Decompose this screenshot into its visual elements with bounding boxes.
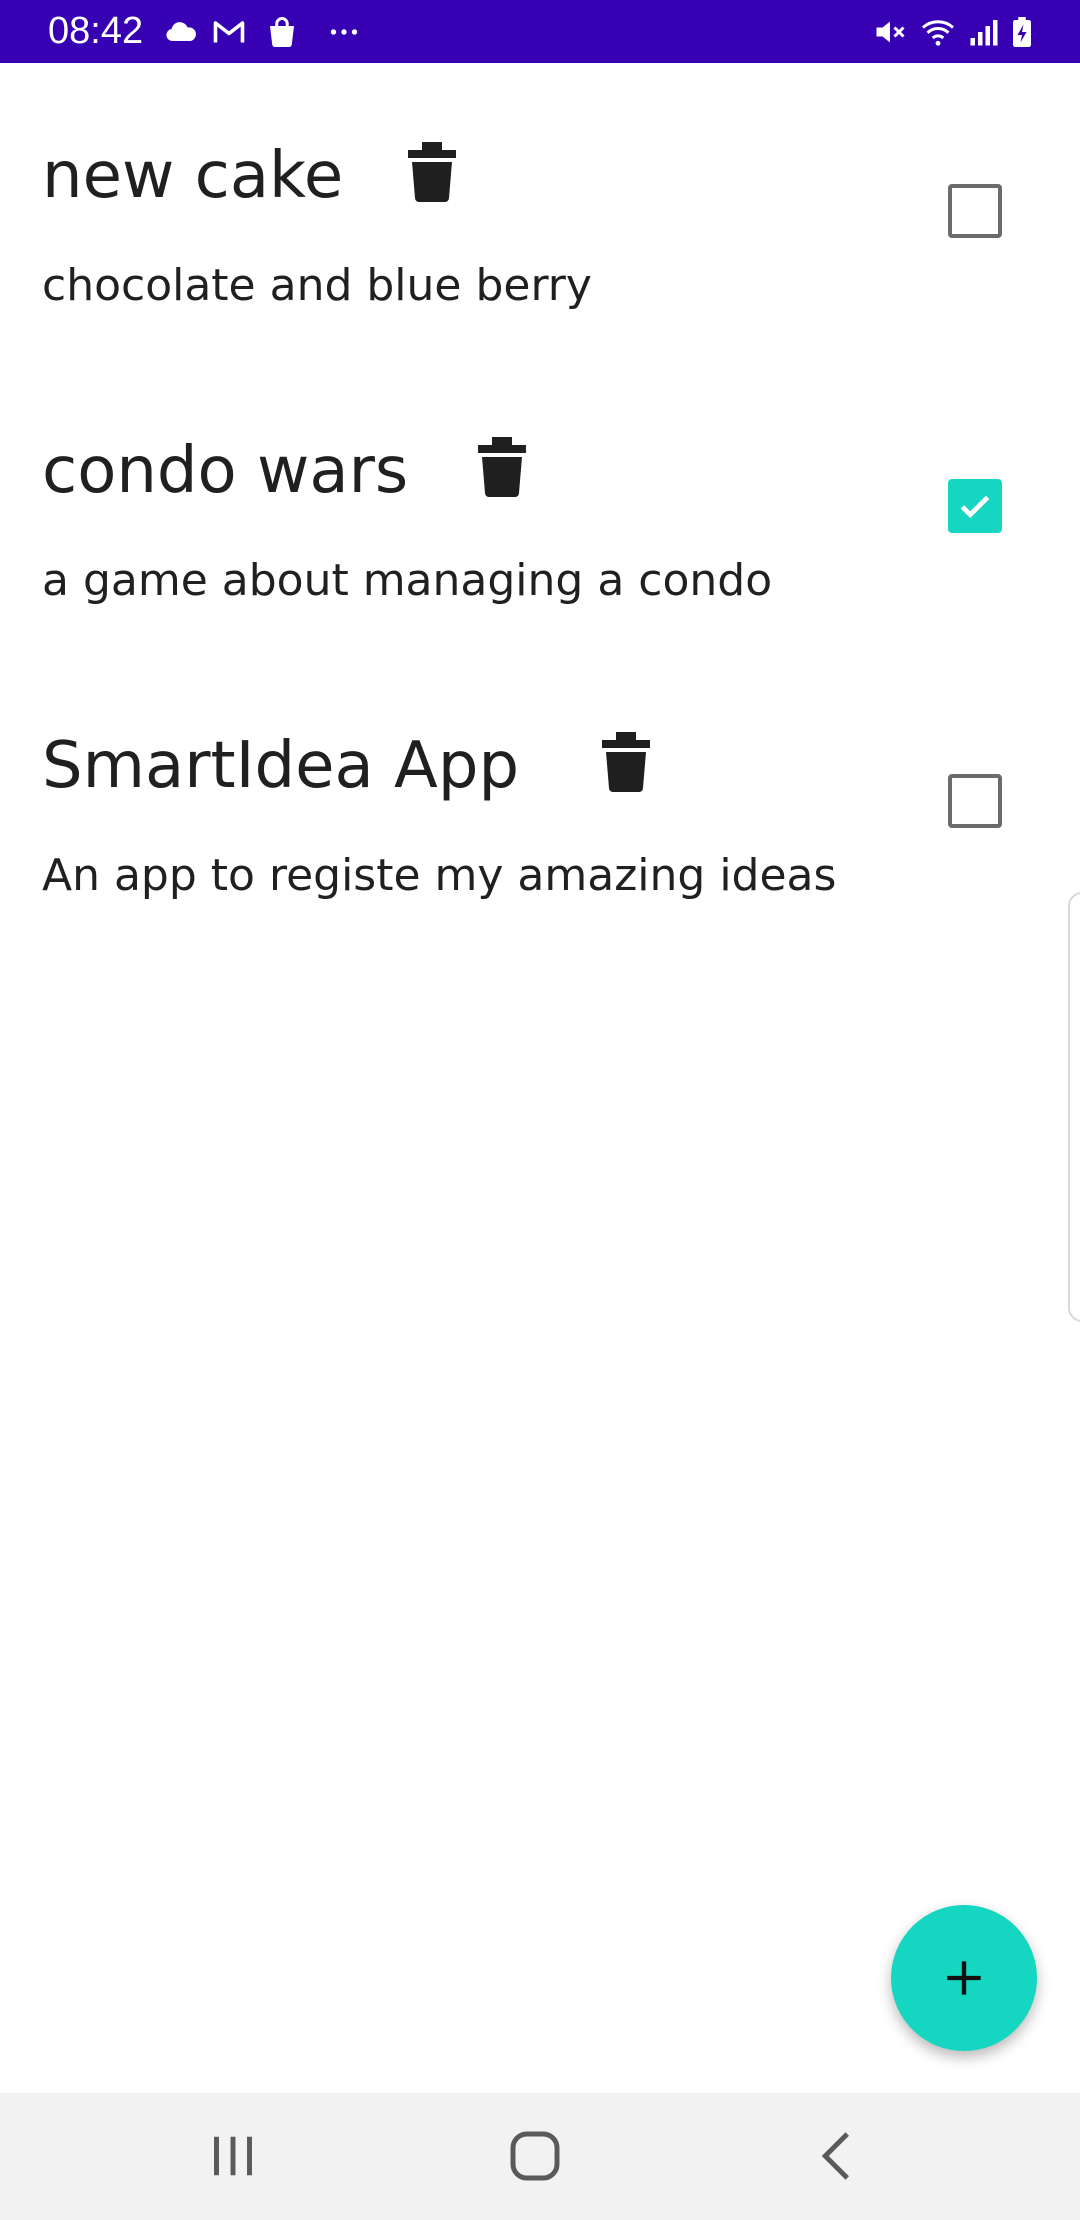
done-checkbox[interactable] bbox=[948, 184, 1002, 238]
delete-icon[interactable] bbox=[408, 142, 456, 202]
navigation-bar bbox=[0, 2093, 1080, 2220]
idea-description: An app to registe my amazing ideas bbox=[42, 850, 837, 901]
done-checkbox[interactable] bbox=[948, 479, 1002, 533]
plus-icon bbox=[947, 1961, 981, 1995]
idea-item: condo wars a game about managing a condo bbox=[0, 415, 1080, 710]
idea-item: new cake chocolate and blue berry bbox=[0, 120, 1080, 415]
shopping-bag-icon bbox=[264, 14, 300, 50]
battery-charging-icon bbox=[1004, 14, 1040, 50]
idea-description: chocolate and blue berry bbox=[42, 260, 592, 311]
done-checkbox[interactable] bbox=[948, 774, 1002, 828]
more-dots-icon bbox=[326, 14, 362, 50]
idea-item: SmartIdea App An app to registe my amazi… bbox=[0, 710, 1080, 1005]
idea-title: SmartIdea App bbox=[42, 729, 520, 803]
mute-icon bbox=[872, 14, 908, 50]
add-idea-button[interactable] bbox=[891, 1905, 1037, 2051]
idea-description: a game about managing a condo bbox=[42, 555, 773, 606]
edge-panel-handle[interactable] bbox=[1068, 892, 1080, 1322]
home-icon[interactable] bbox=[502, 2123, 568, 2189]
cloud-icon bbox=[162, 14, 198, 50]
checkmark-icon bbox=[960, 495, 990, 519]
signal-icon bbox=[966, 14, 1002, 50]
idea-title: new cake bbox=[42, 139, 344, 213]
wifi-icon bbox=[920, 14, 956, 50]
delete-icon[interactable] bbox=[602, 732, 650, 792]
status-bar: 08:42 bbox=[0, 0, 1080, 63]
idea-title: condo wars bbox=[42, 434, 409, 508]
gmail-icon bbox=[211, 14, 247, 50]
status-time: 08:42 bbox=[48, 10, 144, 52]
back-icon[interactable] bbox=[806, 2123, 872, 2189]
recent-apps-icon[interactable] bbox=[200, 2123, 266, 2189]
delete-icon[interactable] bbox=[478, 437, 526, 497]
